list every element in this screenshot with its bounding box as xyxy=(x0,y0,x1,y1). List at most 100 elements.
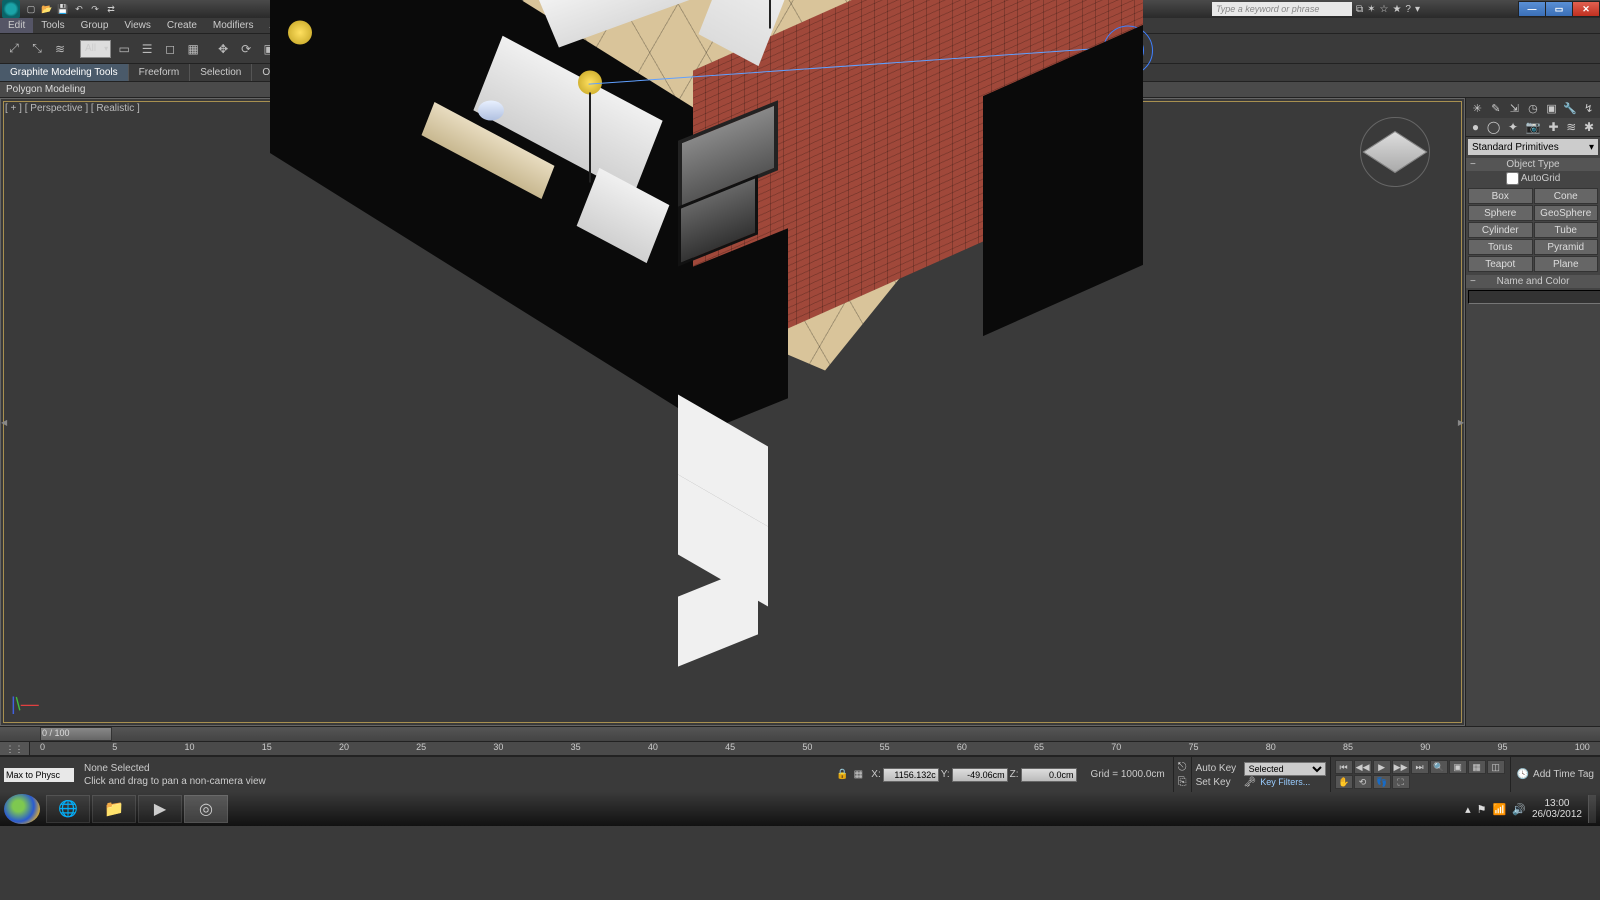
coord-x-input[interactable] xyxy=(883,768,939,782)
taskbar-media-player[interactable]: ▶ xyxy=(138,795,182,823)
viewcube[interactable] xyxy=(1360,117,1430,187)
time-ruler[interactable]: ⋮⋮ 0510152025303540455055606570758085909… xyxy=(0,742,1600,756)
tab-pin-icon[interactable]: ↯ xyxy=(1581,100,1597,116)
goto-start-icon[interactable]: ⏮ xyxy=(1335,760,1353,774)
tray-network-icon[interactable]: 📶 xyxy=(1493,803,1507,816)
viewport[interactable]: [ + ] [ Perspective ] [ Realistic ] xyxy=(0,98,1465,726)
rect-select-icon[interactable]: ◻ xyxy=(160,39,180,59)
nav-zoom-all-icon[interactable]: ▣ xyxy=(1449,760,1467,774)
nav-zoom-icon[interactable]: 🔍 xyxy=(1430,760,1448,774)
lights-icon[interactable]: ✦ xyxy=(1508,120,1518,134)
help-search-input[interactable]: Type a keyword or phrase xyxy=(1212,2,1352,16)
tab-display-icon[interactable]: ▣ xyxy=(1544,100,1560,116)
btn-cone[interactable]: Cone xyxy=(1534,188,1599,204)
selection-filter-dropdown[interactable]: All xyxy=(80,40,111,58)
btn-cylinder[interactable]: Cylinder xyxy=(1468,222,1533,238)
absolute-mode-icon[interactable]: ▦ xyxy=(851,768,865,782)
timetag-icon[interactable]: 🕓 xyxy=(1517,769,1529,780)
add-time-tag[interactable]: Add Time Tag xyxy=(1533,769,1594,780)
tab-create-icon[interactable]: ✳ xyxy=(1469,100,1485,116)
autokey-mode-dropdown[interactable]: Selected xyxy=(1244,762,1326,776)
menu-group[interactable]: Group xyxy=(73,18,117,33)
help-icon[interactable]: ? xyxy=(1405,4,1411,15)
tab-modify-icon[interactable]: ✎ xyxy=(1488,100,1504,116)
nav-orbit-icon[interactable]: ⟲ xyxy=(1354,775,1372,789)
exchange-icon[interactable]: ✶ xyxy=(1367,4,1375,15)
key-filters-link[interactable]: Key Filters... xyxy=(1260,777,1310,787)
select-link-icon[interactable]: ⤢ xyxy=(4,39,24,59)
bind-space-warp-icon[interactable]: ≋ xyxy=(50,39,70,59)
redo-icon[interactable]: ↷ xyxy=(88,2,102,16)
nav-fov-icon[interactable]: ◫ xyxy=(1487,760,1505,774)
tray-clock[interactable]: 13:00 26/03/2012 xyxy=(1532,798,1582,820)
ribbon-tab-selection[interactable]: Selection xyxy=(190,64,252,81)
nav-walk-icon[interactable]: 👣 xyxy=(1373,775,1391,789)
coord-z-input[interactable] xyxy=(1021,768,1077,782)
tab-motion-icon[interactable]: ◷ xyxy=(1525,100,1541,116)
ribbon-tab-graphite[interactable]: Graphite Modeling Tools xyxy=(0,64,129,81)
btn-tube[interactable]: Tube xyxy=(1534,222,1599,238)
help-dd-icon[interactable]: ▾ xyxy=(1415,4,1420,15)
taskbar-ie[interactable]: 🌐 xyxy=(46,795,90,823)
link-icon[interactable]: ⇄ xyxy=(104,2,118,16)
btn-geosphere[interactable]: GeoSphere xyxy=(1534,205,1599,221)
nav-pan-icon[interactable]: ✋ xyxy=(1335,775,1353,789)
autogrid-checkbox[interactable] xyxy=(1506,172,1519,185)
unlink-icon[interactable]: ⤡ xyxy=(27,39,47,59)
geometry-icon[interactable]: ● xyxy=(1472,120,1479,134)
autokey-button[interactable]: Auto Key xyxy=(1196,763,1240,774)
cameras-icon[interactable]: 📷 xyxy=(1526,120,1541,134)
show-desktop-button[interactable] xyxy=(1588,795,1596,823)
favorites-icon[interactable]: ★ xyxy=(1392,4,1401,15)
communication-icon[interactable]: ☆ xyxy=(1379,4,1388,15)
menu-create[interactable]: Create xyxy=(159,18,205,33)
setkey-button[interactable]: Set Key xyxy=(1196,777,1240,788)
object-type-rollup[interactable]: Object Type xyxy=(1466,158,1600,171)
select-object-icon[interactable]: ▭ xyxy=(114,39,134,59)
shapes-icon[interactable]: ◯ xyxy=(1487,120,1500,134)
taskbar-3dsmax[interactable]: ◎ xyxy=(184,795,228,823)
menu-tools[interactable]: Tools xyxy=(33,18,72,33)
btn-sphere[interactable]: Sphere xyxy=(1468,205,1533,221)
isolate-icon[interactable]: ⎋ xyxy=(1178,761,1187,774)
vp-arrow-right[interactable]: ▶ xyxy=(1458,412,1464,430)
rotate-icon[interactable]: ⟳ xyxy=(236,39,256,59)
open-icon[interactable]: 📂 xyxy=(40,2,54,16)
goto-end-icon[interactable]: ⏭ xyxy=(1411,760,1429,774)
nav-zoom-ext-icon[interactable]: ▦ xyxy=(1468,760,1486,774)
setkey-big-icon[interactable]: 🗝 xyxy=(1244,777,1257,788)
helpers-icon[interactable]: ✚ xyxy=(1548,120,1558,134)
play-icon[interactable]: ▶ xyxy=(1373,760,1391,774)
btn-box[interactable]: Box xyxy=(1468,188,1533,204)
start-button[interactable] xyxy=(4,794,40,824)
save-icon[interactable]: 💾 xyxy=(56,2,70,16)
taskbar-explorer[interactable]: 📁 xyxy=(92,795,136,823)
menu-modifiers[interactable]: Modifiers xyxy=(205,18,262,33)
tray-flag-icon[interactable]: ⚑ xyxy=(1477,803,1487,816)
btn-teapot[interactable]: Teapot xyxy=(1468,256,1533,272)
spacewarps-icon[interactable]: ≋ xyxy=(1566,120,1576,134)
menu-views[interactable]: Views xyxy=(116,18,159,33)
app-icon[interactable] xyxy=(2,0,20,18)
subscription-icon[interactable]: ⧉ xyxy=(1356,4,1363,15)
track-bar-toggle[interactable]: ⋮⋮ xyxy=(0,742,30,756)
vp-arrow-left[interactable]: ◀ xyxy=(1,412,7,430)
viewport-label[interactable]: [ + ] [ Perspective ] [ Realistic ] xyxy=(5,103,140,114)
new-icon[interactable]: ▢ xyxy=(24,2,38,16)
window-crossing-icon[interactable]: ▦ xyxy=(183,39,203,59)
menu-edit[interactable]: Edit xyxy=(0,18,33,33)
tray-volume-icon[interactable]: 🔊 xyxy=(1512,803,1526,816)
close-button[interactable]: ✕ xyxy=(1572,1,1600,17)
object-name-input[interactable] xyxy=(1468,290,1600,304)
tab-utilities-icon[interactable]: 🔧 xyxy=(1562,100,1578,116)
nav-max-toggle-icon[interactable]: ⛶ xyxy=(1392,775,1410,789)
time-slider-track[interactable]: 0 / 100 xyxy=(0,726,1600,742)
btn-plane[interactable]: Plane xyxy=(1534,256,1599,272)
systems-icon[interactable]: ✱ xyxy=(1584,120,1594,134)
ribbon-tab-freeform[interactable]: Freeform xyxy=(129,64,191,81)
select-by-name-icon[interactable]: ☰ xyxy=(137,39,157,59)
name-color-rollup[interactable]: Name and Color xyxy=(1466,275,1600,288)
prev-frame-icon[interactable]: ◀◀ xyxy=(1354,760,1372,774)
btn-torus[interactable]: Torus xyxy=(1468,239,1533,255)
minimize-button[interactable]: — xyxy=(1518,1,1546,17)
